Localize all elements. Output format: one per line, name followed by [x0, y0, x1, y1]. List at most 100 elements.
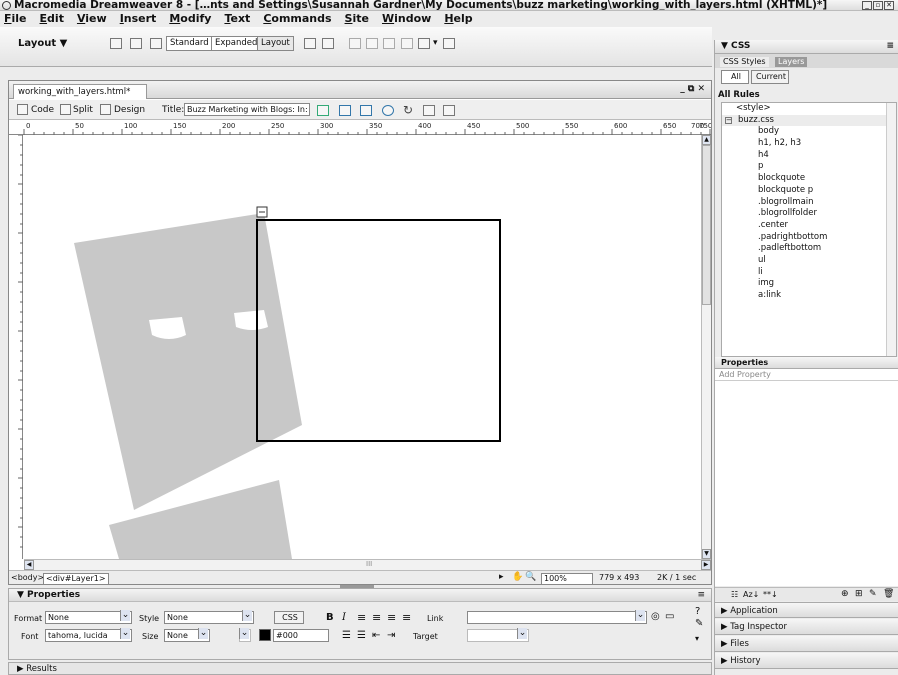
frames-icon[interactable]: [349, 38, 361, 49]
link-input[interactable]: [467, 610, 647, 624]
edit-icon[interactable]: ✎: [695, 619, 703, 629]
current-mode-button[interactable]: Current: [751, 70, 789, 84]
menu-window[interactable]: Window: [382, 12, 431, 26]
text-color-swatch[interactable]: [259, 629, 271, 641]
standard-mode-button[interactable]: Standard: [166, 36, 213, 51]
rule-item[interactable]: .padleftbottom: [722, 243, 896, 255]
spry-icon[interactable]: [401, 38, 413, 49]
scroll-left-arrow[interactable]: ◀: [24, 560, 34, 570]
hand-tool-icon[interactable]: ✋: [512, 573, 523, 582]
expand-arrow-icon[interactable]: ▾: [695, 635, 699, 643]
application-panel-header[interactable]: ▶ Application: [715, 602, 898, 618]
style-select[interactable]: None: [164, 610, 254, 624]
design-view-button[interactable]: Design: [114, 106, 145, 115]
frame-layout-icon[interactable]: [418, 38, 430, 49]
vertical-scroll-thumb[interactable]: [702, 145, 711, 305]
rule-item[interactable]: .center: [722, 220, 896, 232]
window-size-select[interactable]: 779 x 493: [599, 574, 639, 582]
all-mode-button[interactable]: All: [721, 70, 749, 84]
results-panel[interactable]: ▶ Results: [8, 662, 712, 675]
delete-rule-icon[interactable]: 🗑: [883, 590, 894, 599]
rule-item[interactable]: buzz.css: [722, 114, 896, 127]
css-rules-tree[interactable]: <style> buzz.css body h1, h2, h3 h4 p bl…: [721, 102, 897, 357]
code-view-button[interactable]: Code: [31, 106, 54, 115]
scroll-right-arrow[interactable]: ▶: [701, 560, 711, 570]
css-button[interactable]: CSS: [274, 611, 304, 624]
help-icon[interactable]: ?: [695, 607, 700, 617]
collapse-tree-icon[interactable]: −: [725, 117, 732, 124]
preview-browser-icon[interactable]: [339, 105, 351, 116]
menu-edit[interactable]: Edit: [40, 12, 64, 26]
outdent-icon[interactable]: ⇤: [372, 631, 380, 641]
tag-selector-body[interactable]: <body>: [11, 574, 44, 582]
font-select[interactable]: tahoma, lucida: [45, 628, 132, 642]
show-category-view-icon[interactable]: ☷: [731, 591, 738, 599]
split-view-button[interactable]: Split: [73, 106, 93, 115]
tabular-data-icon[interactable]: [443, 38, 455, 49]
layer-table-icon[interactable]: [150, 38, 162, 49]
show-list-view-icon[interactable]: Az↓: [743, 591, 759, 599]
menu-insert[interactable]: Insert: [120, 12, 157, 26]
layout-mode-button[interactable]: Layout: [257, 36, 294, 51]
split-cell-icon[interactable]: [366, 38, 378, 49]
properties-header[interactable]: ▼ Properties: [17, 591, 80, 600]
close-button[interactable]: ✕: [884, 1, 894, 10]
browse-folder-icon[interactable]: ▭: [665, 612, 674, 622]
tab-css-styles[interactable]: CSS Styles: [720, 57, 769, 67]
css-panel-header[interactable]: ▼ CSS ≡: [715, 40, 898, 54]
design-canvas[interactable]: [24, 135, 701, 559]
ordered-list-icon[interactable]: ☰: [357, 631, 366, 641]
insert-category-dropdown[interactable]: Layout ▼: [18, 38, 67, 49]
history-panel-header[interactable]: ▶ History: [715, 653, 898, 669]
rule-item[interactable]: p: [722, 161, 896, 173]
show-set-properties-icon[interactable]: **↓: [763, 591, 778, 599]
zoom-tool-icon[interactable]: 🔍: [525, 573, 536, 582]
unordered-list-icon[interactable]: ☰: [342, 631, 351, 641]
draw-cell-icon[interactable]: [322, 38, 334, 49]
size-select[interactable]: None: [164, 628, 210, 642]
italic-button[interactable]: I: [342, 613, 346, 623]
page-title-input[interactable]: Buzz Marketing with Blogs: In:: [184, 103, 310, 116]
tag-selector-layer1[interactable]: <div#Layer1>: [43, 573, 109, 585]
align-center-icon[interactable]: ≡: [372, 612, 381, 623]
rule-item[interactable]: .blogrollmain: [722, 197, 896, 209]
merge-cell-icon[interactable]: [383, 38, 395, 49]
panel-options-icon[interactable]: ≡: [697, 591, 705, 600]
vertical-scrollbar[interactable]: ▲ ▼: [701, 135, 711, 559]
panel-options-icon[interactable]: ≡: [886, 40, 894, 53]
rules-scrollbar[interactable]: [886, 103, 896, 356]
rule-item[interactable]: .padrightbottom: [722, 232, 896, 244]
view-options-icon[interactable]: [423, 105, 435, 116]
rule-item[interactable]: img: [722, 278, 896, 290]
tag-inspector-panel-header[interactable]: ▶ Tag Inspector: [715, 619, 898, 635]
minimize-button[interactable]: _: [862, 1, 872, 10]
new-rule-icon[interactable]: ⊞: [855, 590, 863, 599]
scroll-up-arrow[interactable]: ▲: [702, 135, 711, 145]
rule-item[interactable]: blockquote: [722, 173, 896, 185]
rule-item[interactable]: <style>: [722, 103, 896, 115]
select-tool-icon[interactable]: ▸: [499, 573, 504, 582]
format-select[interactable]: None: [45, 610, 132, 624]
align-right-icon[interactable]: ≡: [387, 612, 396, 623]
rule-item[interactable]: a:link: [722, 290, 896, 302]
document-tab[interactable]: working_with_layers.html*: [13, 84, 147, 99]
tab-layers[interactable]: Layers: [775, 57, 808, 67]
table-icon[interactable]: [110, 38, 122, 49]
add-property-link[interactable]: Add Property: [719, 371, 771, 379]
horizontal-scrollbar[interactable]: ◀ III ▶: [24, 559, 711, 570]
menu-help[interactable]: Help: [444, 12, 472, 26]
browser-check-icon[interactable]: [382, 105, 394, 116]
rule-item[interactable]: body: [722, 126, 896, 138]
draw-table-icon[interactable]: [304, 38, 316, 49]
attach-stylesheet-icon[interactable]: ⊕: [841, 590, 849, 599]
visual-aids-icon[interactable]: [443, 105, 455, 116]
dropdown-arrow-icon[interactable]: ▾: [433, 39, 438, 48]
rule-item[interactable]: ul: [722, 255, 896, 267]
menu-file[interactable]: File: [4, 12, 27, 26]
rule-item[interactable]: h1, h2, h3: [722, 138, 896, 150]
scroll-down-arrow[interactable]: ▼: [702, 549, 711, 559]
rule-item[interactable]: h4: [722, 150, 896, 162]
restore-button[interactable]: ▫: [873, 1, 883, 10]
expanded-mode-button[interactable]: Expanded: [211, 36, 262, 51]
rule-item[interactable]: blockquote p: [722, 185, 896, 197]
